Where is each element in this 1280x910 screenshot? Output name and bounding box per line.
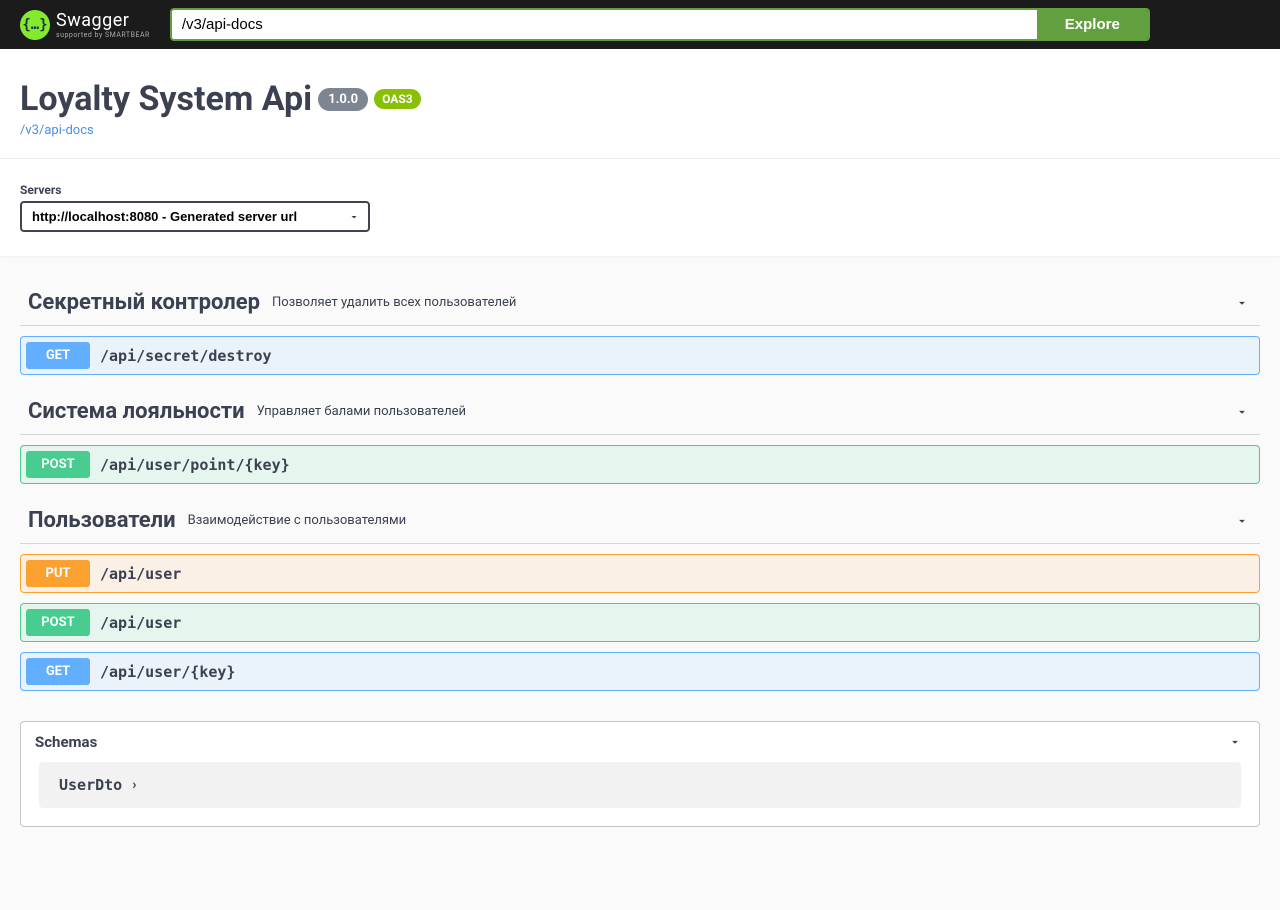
http-method-badge: GET (26, 658, 90, 685)
tag-section[interactable]: Система лояльности Управляет балами польз… (20, 389, 1260, 435)
api-title-row: Loyalty System Api 1.0.0 OAS3 (20, 79, 1260, 119)
operation-row[interactable]: GET/api/secret/destroy (20, 336, 1260, 375)
schemas-title: Schemas (35, 733, 1225, 751)
tag-name: Пользователи (28, 508, 176, 533)
chevron-down-icon (1232, 402, 1252, 422)
tag-description: Управляет балами пользователей (257, 404, 1232, 419)
explore-button[interactable]: Explore (1037, 10, 1148, 39)
schemas-section: Schemas UserDto › (20, 721, 1260, 827)
info-section: Loyalty System Api 1.0.0 OAS3 /v3/api-do… (0, 49, 1280, 159)
swagger-logo[interactable]: {…} Swagger supported by SMARTBEAR (20, 10, 150, 40)
api-url-input[interactable] (172, 10, 1037, 39)
schemas-header[interactable]: Schemas (21, 722, 1259, 762)
tag-description: Взаимодействие с пользователями (188, 513, 1232, 528)
api-docs-link[interactable]: /v3/api-docs (20, 123, 1260, 138)
topbar: {…} Swagger supported by SMARTBEAR Explo… (0, 0, 1280, 49)
logo-text: Swagger (56, 10, 150, 31)
servers-label: Servers (20, 183, 1260, 197)
operation-path: /api/user/{key} (100, 663, 235, 681)
http-method-badge: GET (26, 342, 90, 369)
servers-section: Servers http://localhost:8080 - Generate… (0, 159, 1280, 256)
chevron-down-icon (1232, 293, 1252, 313)
operation-path: /api/secret/destroy (100, 347, 272, 365)
operation-row[interactable]: GET/api/user/{key} (20, 652, 1260, 691)
chevron-down-icon (1232, 511, 1252, 531)
operation-row[interactable]: POST/api/user/point/{key} (20, 445, 1260, 484)
schema-name: UserDto (59, 776, 122, 794)
version-badge: 1.0.0 (318, 88, 368, 111)
tag-section[interactable]: Секретный контролер Позволяет удалить все… (20, 280, 1260, 326)
schema-item[interactable]: UserDto › (39, 762, 1241, 808)
http-method-badge: PUT (26, 560, 90, 587)
http-method-badge: POST (26, 609, 90, 636)
servers-select[interactable]: http://localhost:8080 - Generated server… (20, 201, 370, 232)
url-bar: Explore (170, 8, 1150, 41)
operation-row[interactable]: PUT/api/user (20, 554, 1260, 593)
tag-name: Система лояльности (28, 399, 245, 424)
operation-path: /api/user (100, 614, 181, 632)
chevron-right-icon: › (132, 777, 136, 793)
oas-badge: OAS3 (374, 89, 421, 109)
logo-subtext: supported by SMARTBEAR (56, 31, 150, 39)
tag-section[interactable]: Пользователи Взаимодействие с пользовател… (20, 498, 1260, 544)
operation-path: /api/user/point/{key} (100, 456, 290, 474)
operation-path: /api/user (100, 565, 181, 583)
operation-row[interactable]: POST/api/user (20, 603, 1260, 642)
swagger-logo-icon: {…} (20, 10, 50, 40)
http-method-badge: POST (26, 451, 90, 478)
tag-description: Позволяет удалить всех пользователей (272, 295, 1232, 310)
api-title: Loyalty System Api (20, 79, 312, 119)
operations-container: Секретный контролер Позволяет удалить все… (10, 256, 1270, 857)
chevron-down-icon (1225, 732, 1245, 752)
tag-name: Секретный контролер (28, 290, 260, 315)
